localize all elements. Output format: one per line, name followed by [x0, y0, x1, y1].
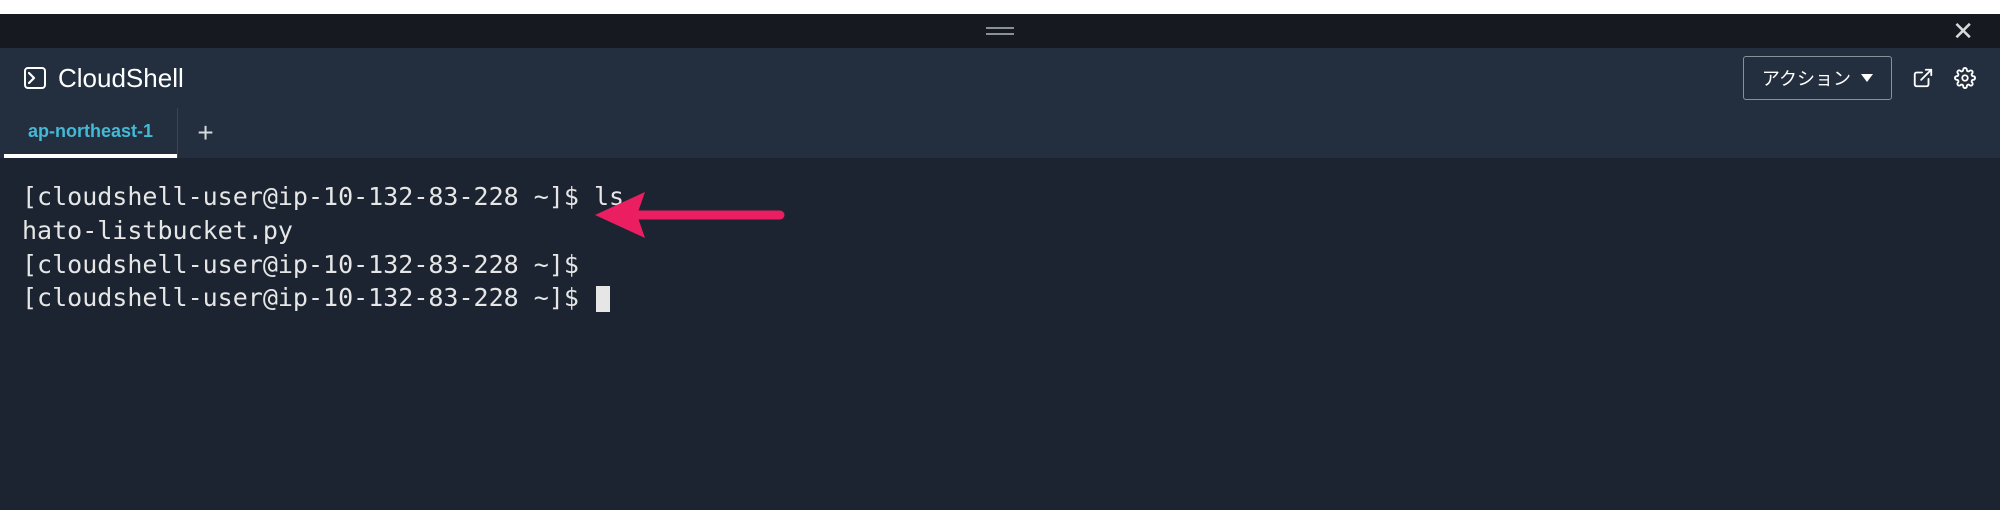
tab-label: ap-northeast-1 — [28, 121, 153, 142]
tab-ap-northeast-1[interactable]: ap-northeast-1 — [4, 108, 177, 158]
page-title: CloudShell — [58, 63, 184, 94]
actions-dropdown-button[interactable]: アクション — [1743, 56, 1892, 100]
add-tab-button[interactable]: + — [177, 108, 233, 158]
terminal-line: [cloudshell-user@ip-10-132-83-228 ~]$ ls — [22, 182, 624, 211]
panel-dragbar[interactable]: ✕ — [0, 14, 2000, 48]
terminal-icon — [24, 67, 46, 89]
drag-handle-icon — [986, 27, 1014, 35]
terminal-line: hato-listbucket.py — [22, 216, 293, 245]
close-icon[interactable]: ✕ — [1952, 18, 1974, 44]
actions-label: アクション — [1762, 65, 1851, 91]
browser-top-sliver — [0, 0, 2000, 14]
terminal-line: [cloudshell-user@ip-10-132-83-228 ~]$ — [22, 250, 579, 279]
tabs-bar: ap-northeast-1 + — [0, 108, 2000, 158]
cloudshell-header: CloudShell アクション — [0, 48, 2000, 108]
cursor-icon — [596, 286, 610, 312]
chevron-down-icon — [1861, 74, 1873, 82]
header-actions: アクション — [1743, 56, 1976, 100]
gear-icon[interactable] — [1954, 67, 1976, 89]
title-group: CloudShell — [24, 63, 184, 94]
terminal-output[interactable]: [cloudshell-user@ip-10-132-83-228 ~]$ ls… — [0, 158, 2000, 510]
terminal-line: [cloudshell-user@ip-10-132-83-228 ~]$ — [22, 283, 594, 312]
open-new-window-icon[interactable] — [1912, 67, 1934, 89]
